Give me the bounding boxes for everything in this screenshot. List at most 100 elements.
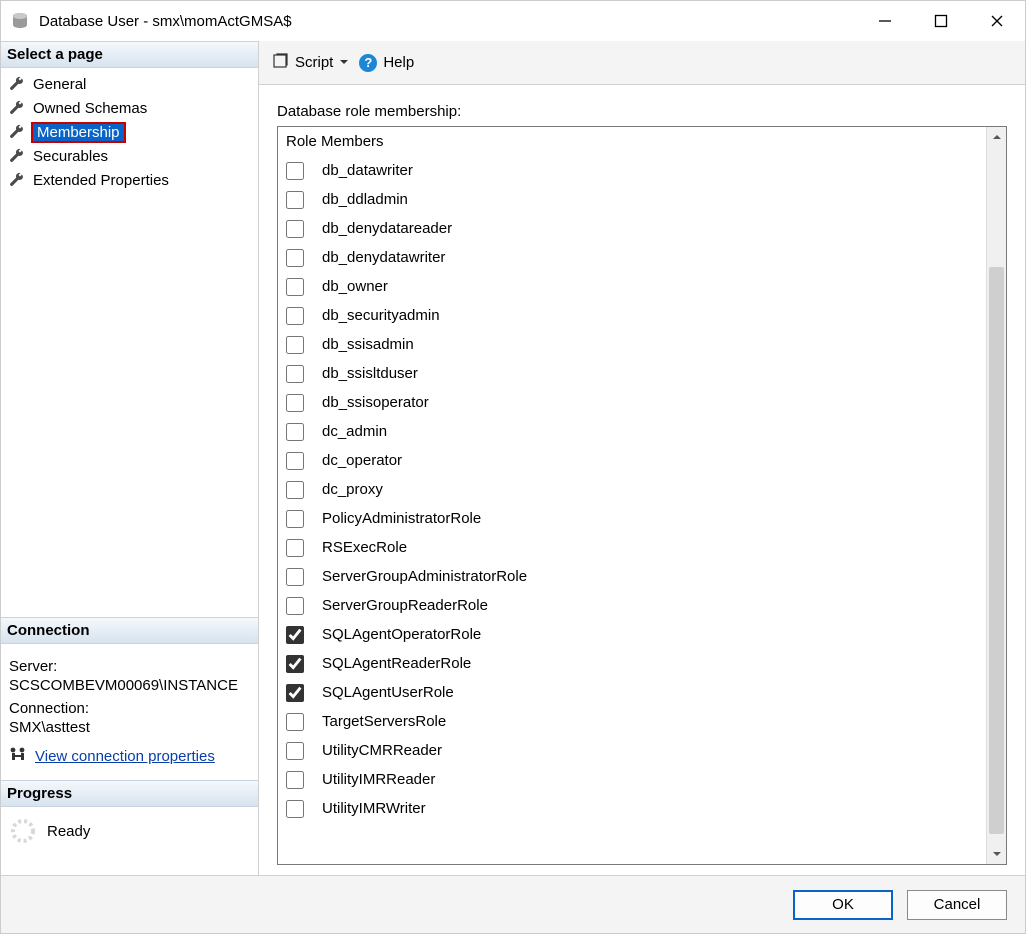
role-checkbox[interactable] <box>286 452 304 470</box>
role-checkbox[interactable] <box>286 481 304 499</box>
role-row: db_ssisadmin <box>278 330 986 359</box>
maximize-button[interactable] <box>913 1 969 41</box>
role-label: SQLAgentUserRole <box>322 684 454 701</box>
role-row: dc_operator <box>278 446 986 475</box>
role-row: UtilityIMRWriter <box>278 794 986 823</box>
role-label: db_securityadmin <box>322 307 440 324</box>
role-row: db_securityadmin <box>278 301 986 330</box>
nav-item-owned-schemas[interactable]: Owned Schemas <box>1 96 258 120</box>
role-row: dc_admin <box>278 417 986 446</box>
role-checkbox[interactable] <box>286 162 304 180</box>
role-label: RSExecRole <box>322 539 407 556</box>
role-checkbox[interactable] <box>286 423 304 441</box>
role-row: db_ssisoperator <box>278 388 986 417</box>
role-label: db_ssisoperator <box>322 394 429 411</box>
right-panel: Script ? Help Database role membership: … <box>259 41 1025 875</box>
progress-ring-icon <box>9 817 37 845</box>
script-icon <box>273 53 289 73</box>
dialog-window: Database User - smx\momActGMSA$ Select a… <box>0 0 1026 934</box>
toolbar: Script ? Help <box>259 41 1025 85</box>
script-button[interactable]: Script <box>273 53 349 73</box>
role-row: ServerGroupReaderRole <box>278 591 986 620</box>
server-label: Server: <box>9 658 250 675</box>
role-label: dc_admin <box>322 423 387 440</box>
role-checkbox[interactable] <box>286 626 304 644</box>
role-checkbox[interactable] <box>286 365 304 383</box>
role-label: dc_operator <box>322 452 402 469</box>
select-page-header: Select a page <box>1 41 258 68</box>
nav-item-label: Securables <box>31 148 110 165</box>
role-row: db_datawriter <box>278 156 986 185</box>
role-label: UtilityCMRReader <box>322 742 442 759</box>
role-checkbox[interactable] <box>286 742 304 760</box>
role-list-header: Role Members <box>278 131 986 156</box>
role-label: db_owner <box>322 278 388 295</box>
role-label: SQLAgentReaderRole <box>322 655 471 672</box>
connection-info: Server: SCSCOMBEVM00069\INSTANCE Connect… <box>1 644 258 740</box>
role-checkbox[interactable] <box>286 539 304 557</box>
role-row: RSExecRole <box>278 533 986 562</box>
role-checkbox[interactable] <box>286 220 304 238</box>
role-checkbox[interactable] <box>286 278 304 296</box>
role-checkbox[interactable] <box>286 655 304 673</box>
role-label: db_denydatareader <box>322 220 452 237</box>
role-label: TargetServersRole <box>322 713 446 730</box>
role-row: db_denydatareader <box>278 214 986 243</box>
role-row: db_owner <box>278 272 986 301</box>
nav-item-securables[interactable]: Securables <box>1 144 258 168</box>
role-row: SQLAgentOperatorRole <box>278 620 986 649</box>
role-checkbox[interactable] <box>286 800 304 818</box>
role-checkbox[interactable] <box>286 394 304 412</box>
scroll-up-icon[interactable] <box>987 127 1007 147</box>
scroll-down-icon[interactable] <box>987 844 1007 864</box>
connection-label: Connection: <box>9 700 250 717</box>
role-checkbox[interactable] <box>286 684 304 702</box>
connection-properties-icon <box>9 746 35 766</box>
script-label: Script <box>295 54 333 71</box>
scroll-thumb[interactable] <box>989 267 1004 834</box>
connection-header: Connection <box>1 617 258 644</box>
role-checkbox[interactable] <box>286 597 304 615</box>
role-checkbox[interactable] <box>286 249 304 267</box>
role-checkbox[interactable] <box>286 191 304 209</box>
role-row: SQLAgentReaderRole <box>278 649 986 678</box>
nav-item-label: General <box>31 76 88 93</box>
role-label: dc_proxy <box>322 481 383 498</box>
close-button[interactable] <box>969 1 1025 41</box>
wrench-icon <box>9 100 25 116</box>
help-icon: ? <box>359 54 377 72</box>
view-connection-properties-link[interactable]: View connection properties <box>35 748 215 765</box>
role-row: UtilityIMRReader <box>278 765 986 794</box>
database-icon <box>11 12 29 30</box>
role-list-scrollbar[interactable] <box>986 127 1006 864</box>
role-checkbox[interactable] <box>286 307 304 325</box>
role-label: db_denydatawriter <box>322 249 445 266</box>
role-checkbox[interactable] <box>286 510 304 528</box>
cancel-button[interactable]: Cancel <box>907 890 1007 920</box>
scroll-track[interactable] <box>987 147 1006 844</box>
role-checkbox[interactable] <box>286 568 304 586</box>
role-checkbox[interactable] <box>286 336 304 354</box>
wrench-icon <box>9 148 25 164</box>
role-label: UtilityIMRReader <box>322 771 435 788</box>
window-title: Database User - smx\momActGMSA$ <box>39 13 292 30</box>
nav-item-membership[interactable]: Membership <box>1 120 258 144</box>
role-checkbox[interactable] <box>286 771 304 789</box>
role-row: TargetServersRole <box>278 707 986 736</box>
role-checkbox[interactable] <box>286 713 304 731</box>
role-row: db_ddladmin <box>278 185 986 214</box>
wrench-icon <box>9 124 25 140</box>
nav-item-extended-properties[interactable]: Extended Properties <box>1 168 258 192</box>
minimize-button[interactable] <box>857 1 913 41</box>
nav-item-label: Owned Schemas <box>31 100 149 117</box>
connection-value: SMX\asttest <box>9 719 250 736</box>
left-panel: Select a page General Owned Schemas Member… <box>1 41 259 875</box>
nav-item-label: Membership <box>31 122 126 143</box>
role-label: ServerGroupReaderRole <box>322 597 488 614</box>
help-button[interactable]: ? Help <box>359 54 414 72</box>
progress-status-row: Ready <box>1 807 258 875</box>
script-dropdown-icon[interactable] <box>339 54 349 71</box>
ok-button[interactable]: OK <box>793 890 893 920</box>
role-label: SQLAgentOperatorRole <box>322 626 481 643</box>
nav-item-general[interactable]: General <box>1 72 258 96</box>
